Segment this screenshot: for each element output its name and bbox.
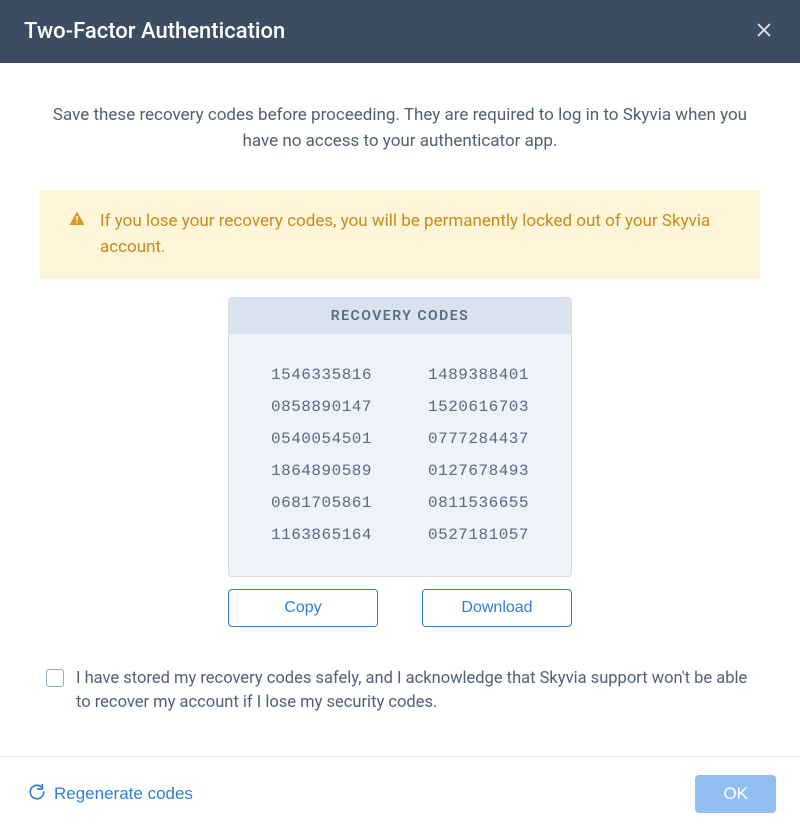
code-actions: Copy Download: [228, 589, 572, 627]
two-factor-modal: Two-Factor Authentication Save these rec…: [0, 0, 800, 811]
modal-title: Two-Factor Authentication: [24, 19, 285, 44]
warning-triangle-icon: [68, 210, 86, 228]
download-button[interactable]: Download: [422, 589, 572, 627]
recovery-code: 1163865164: [271, 526, 372, 544]
recovery-codes-card: RECOVERY CODES 1546335816 1489388401 085…: [228, 297, 572, 577]
acknowledgement-checkbox[interactable]: [46, 669, 64, 687]
warning-text: If you lose your recovery codes, you wil…: [100, 208, 736, 261]
warning-banner: If you lose your recovery codes, you wil…: [40, 190, 760, 279]
modal-body: Save these recovery codes before proceed…: [0, 63, 800, 756]
refresh-icon: [28, 783, 46, 806]
recovery-code: 1864890589: [271, 462, 372, 480]
recovery-code: 0540054501: [271, 430, 372, 448]
regenerate-label: Regenerate codes: [54, 784, 193, 804]
recovery-codes-grid: 1546335816 1489388401 0858890147 1520616…: [229, 334, 571, 576]
recovery-code: 1520616703: [428, 398, 529, 416]
recovery-code: 0858890147: [271, 398, 372, 416]
copy-button[interactable]: Copy: [228, 589, 378, 627]
recovery-code: 0811536655: [428, 494, 529, 512]
recovery-code: 1546335816: [271, 366, 372, 384]
recovery-codes-title: RECOVERY CODES: [229, 298, 571, 334]
close-icon: [756, 22, 772, 41]
recovery-code: 0127678493: [428, 462, 529, 480]
recovery-code: 0777284437: [428, 430, 529, 448]
ok-button[interactable]: OK: [695, 775, 776, 813]
acknowledgement-label[interactable]: I have stored my recovery codes safely, …: [76, 667, 754, 717]
close-button[interactable]: [752, 18, 776, 45]
instruction-text: Save these recovery codes before proceed…: [40, 103, 760, 154]
modal-header: Two-Factor Authentication: [0, 0, 800, 63]
regenerate-codes-button[interactable]: Regenerate codes: [24, 779, 197, 810]
recovery-code: 0681705861: [271, 494, 372, 512]
acknowledgement-row: I have stored my recovery codes safely, …: [40, 667, 760, 717]
recovery-code: 1489388401: [428, 366, 529, 384]
recovery-code: 0527181057: [428, 526, 529, 544]
modal-footer: Regenerate codes OK: [0, 756, 800, 831]
